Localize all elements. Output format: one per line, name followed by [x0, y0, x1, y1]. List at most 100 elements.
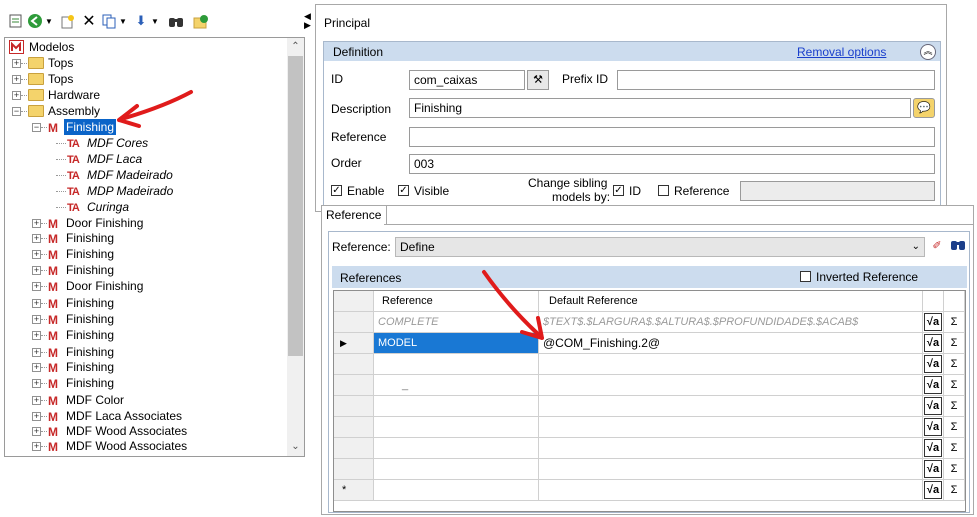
order-input[interactable]: 003 [409, 154, 935, 174]
grid-cell-default[interactable] [539, 438, 923, 459]
description-input[interactable]: Finishing [409, 98, 911, 118]
expand-icon[interactable]: + [32, 266, 41, 275]
grid-cell-reference[interactable] [374, 354, 539, 375]
formula-sqrt-icon[interactable]: √a [924, 418, 942, 436]
grid-cell-default[interactable] [539, 417, 923, 438]
move-dropdown-icon[interactable]: ▼ [150, 12, 160, 30]
expand-icon[interactable]: + [12, 91, 21, 100]
pick-id-icon[interactable]: ⚒ [527, 70, 549, 90]
row-header[interactable] [334, 417, 374, 438]
copy-dropdown-icon[interactable]: ▼ [118, 12, 128, 30]
new-item-icon[interactable] [58, 12, 76, 30]
current-row-marker-icon[interactable]: ▶ [334, 333, 374, 354]
row-header[interactable] [334, 396, 374, 417]
reference-input[interactable] [409, 127, 935, 147]
expand-icon[interactable]: + [12, 75, 21, 84]
expand-icon[interactable]: + [32, 363, 41, 372]
binoculars-icon[interactable] [166, 12, 186, 30]
grid-cell-default[interactable] [539, 480, 923, 501]
scrollbar-thumb[interactable] [288, 56, 303, 356]
sigma-icon[interactable]: Σ [945, 334, 963, 352]
expand-icon[interactable]: + [32, 282, 41, 291]
delete-icon[interactable]: ✕ [80, 12, 98, 30]
copy-icon[interactable] [100, 12, 118, 30]
move-down-icon[interactable]: ⬇ [132, 12, 150, 30]
grid-cell-reference[interactable] [374, 480, 539, 501]
formula-sqrt-icon[interactable]: √a [924, 355, 942, 373]
expand-icon[interactable]: + [32, 427, 41, 436]
prefix-id-input[interactable] [617, 70, 935, 90]
expand-icon[interactable]: + [32, 396, 41, 405]
grid-cell-reference[interactable] [374, 459, 539, 480]
grid-cell-reference[interactable] [374, 417, 539, 438]
translate-icon[interactable]: 💬 [913, 98, 935, 118]
sigma-icon[interactable]: Σ [945, 376, 963, 394]
expand-icon[interactable]: + [32, 348, 41, 357]
collapse-icon[interactable]: − [12, 107, 21, 116]
expand-icon[interactable]: + [32, 379, 41, 388]
expand-icon[interactable]: + [32, 250, 41, 259]
grid-cell-reference[interactable]: _ [374, 375, 539, 396]
inverted-reference-checkbox[interactable] [800, 271, 811, 282]
sigma-icon[interactable]: Σ [945, 439, 963, 457]
expand-icon[interactable]: + [32, 234, 41, 243]
tree-scrollbar[interactable]: ⌃ ⌄ [287, 38, 304, 456]
collapse-section-icon[interactable]: ︽ [920, 44, 936, 60]
expand-icon[interactable]: + [32, 442, 41, 451]
formula-sqrt-icon[interactable]: √a [924, 460, 942, 478]
sibling-reference-checkbox[interactable] [658, 185, 669, 196]
scroll-up-icon[interactable]: ⌃ [287, 39, 304, 55]
expand-icon[interactable]: + [32, 331, 41, 340]
removal-options-link[interactable]: Removal options [797, 45, 886, 59]
references-grid[interactable]: Reference Default Reference COMPLETE $TE… [333, 290, 966, 512]
collapse-icon[interactable]: − [32, 123, 41, 132]
id-input[interactable]: com_caixas [409, 70, 525, 90]
sibling-reference-input[interactable] [740, 181, 935, 201]
sigma-icon[interactable]: Σ [945, 460, 963, 478]
row-header[interactable] [334, 375, 374, 396]
row-header[interactable] [334, 459, 374, 480]
visible-checkbox[interactable]: ✓ [398, 185, 409, 196]
formula-sqrt-icon[interactable]: √a [924, 439, 942, 457]
expand-icon[interactable]: + [12, 59, 21, 68]
row-header[interactable] [334, 438, 374, 459]
sigma-icon[interactable]: Σ [945, 397, 963, 415]
row-header[interactable] [334, 354, 374, 375]
grid-cell-default[interactable] [539, 375, 923, 396]
row-header[interactable] [334, 312, 374, 333]
grid-cell-reference[interactable] [374, 396, 539, 417]
formula-sqrt-icon[interactable]: √a [924, 334, 942, 352]
grid-cell-default[interactable]: $TEXT$.$LARGURA$.$ALTURA$.$PROFUNDIDADE$… [539, 312, 923, 333]
tab-reference[interactable]: Reference [322, 206, 387, 225]
sigma-icon[interactable]: Σ [945, 355, 963, 373]
eraser-icon[interactable]: ✐ [926, 237, 948, 257]
formula-sqrt-icon[interactable]: √a [924, 481, 942, 499]
formula-sqrt-icon[interactable]: √a [924, 397, 942, 415]
scroll-down-icon[interactable]: ⌄ [287, 439, 304, 455]
reference-type-select[interactable]: Define ⌄ [395, 237, 925, 257]
back-icon[interactable] [26, 12, 44, 30]
expand-icon[interactable]: + [32, 219, 41, 228]
grid-cell-reference[interactable] [374, 438, 539, 459]
refresh-icon[interactable] [192, 12, 210, 30]
panel-splitter[interactable]: ◀ ▶ [304, 12, 314, 32]
expand-icon[interactable]: + [32, 299, 41, 308]
enable-checkbox[interactable]: ✓ [331, 185, 342, 196]
grid-cell-default[interactable] [539, 396, 923, 417]
tab-principal[interactable]: Principal [324, 16, 370, 30]
expand-icon[interactable]: + [32, 412, 41, 421]
grid-cell-default[interactable] [539, 354, 923, 375]
grid-cell-default[interactable]: @COM_Finishing.2@ [539, 333, 923, 354]
expand-icon[interactable]: + [32, 315, 41, 324]
search-binoculars-icon[interactable] [947, 237, 969, 257]
back-dropdown-icon[interactable]: ▼ [44, 12, 54, 30]
formula-sqrt-icon[interactable]: √a [924, 376, 942, 394]
properties-icon[interactable] [8, 12, 22, 30]
sigma-icon[interactable]: Σ [945, 313, 963, 331]
sigma-icon[interactable]: Σ [945, 481, 963, 499]
grid-cell-default[interactable] [539, 459, 923, 480]
formula-sqrt-icon[interactable]: √a [924, 313, 942, 331]
col-default-reference[interactable]: Default Reference [539, 291, 923, 312]
new-row-marker[interactable]: * [334, 480, 374, 501]
sibling-id-checkbox[interactable]: ✓ [613, 185, 624, 196]
